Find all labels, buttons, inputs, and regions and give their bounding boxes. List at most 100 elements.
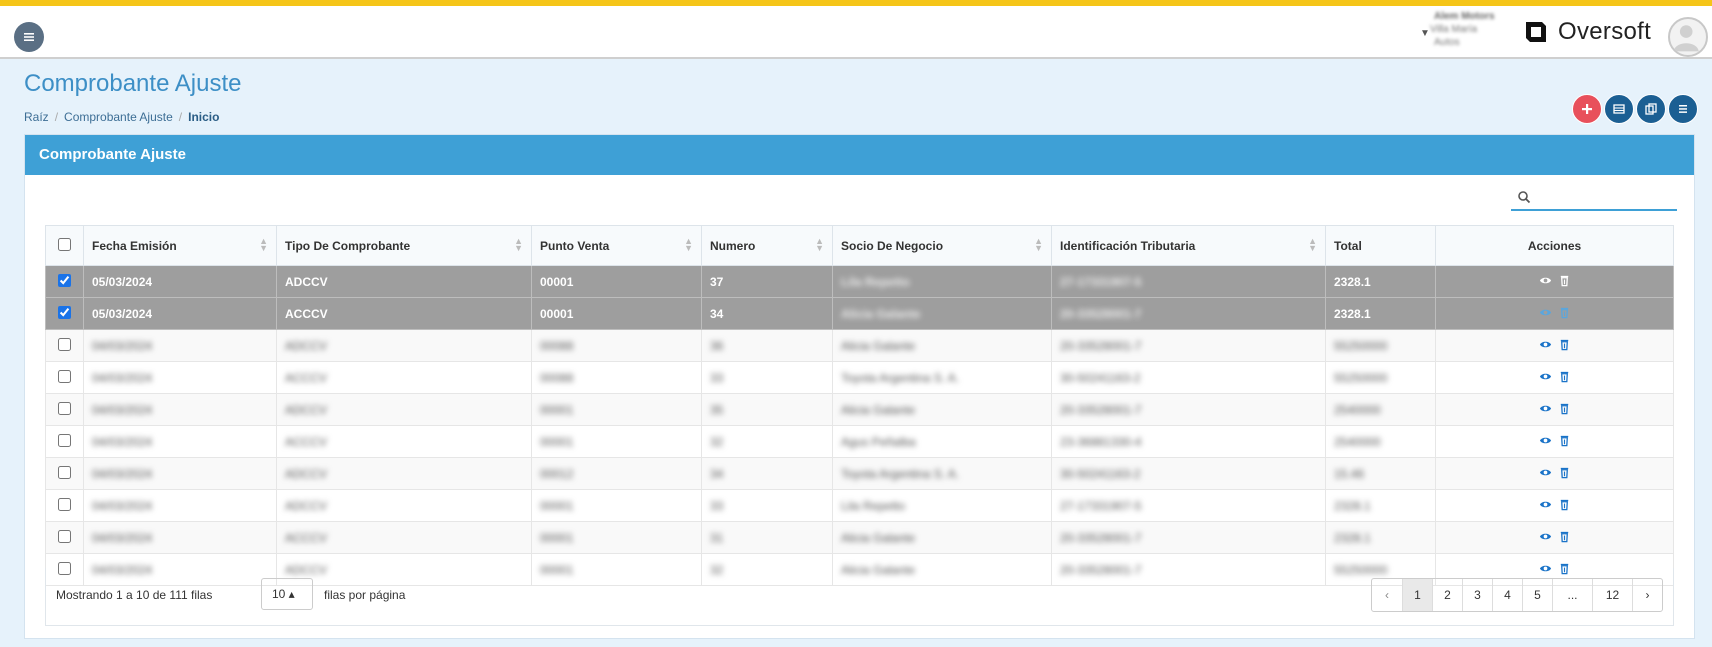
- punto-venta-value: 00088: [540, 370, 574, 385]
- eye-icon[interactable]: [1539, 402, 1552, 415]
- eye-icon[interactable]: [1539, 370, 1552, 383]
- trash-icon[interactable]: [1558, 498, 1571, 511]
- pagination: ‹ 1 2 3 4 5 ... 12 ›: [1371, 578, 1663, 612]
- table-row[interactable]: 04/03/2024 ADCCV 00001 35 Alicia Galante 20-3…: [45, 393, 1674, 426]
- eye-icon[interactable]: [1539, 466, 1552, 479]
- list-menu-button[interactable]: [1668, 94, 1698, 124]
- row-checkbox[interactable]: [58, 369, 71, 383]
- cell-tipo: ADCCV: [276, 329, 532, 362]
- cell-identificacion: 27-17331907-5: [1051, 265, 1326, 298]
- column-header-tipo[interactable]: Tipo De Comprobante ▲ ▼: [276, 225, 532, 266]
- page-prev[interactable]: ‹: [1372, 579, 1402, 611]
- trash-icon[interactable]: [1558, 274, 1571, 287]
- row-checkbox[interactable]: [58, 433, 71, 447]
- column-header-numero[interactable]: Numero ▲ ▼: [701, 225, 833, 266]
- fecha-value: 05/03/2024: [92, 274, 153, 289]
- row-select-cell: [45, 489, 84, 522]
- add-button[interactable]: [1572, 94, 1602, 124]
- identificacion-value: 20-33528001-7: [1060, 306, 1142, 321]
- row-checkbox[interactable]: [58, 465, 71, 479]
- row-checkbox[interactable]: [58, 401, 71, 415]
- column-label: Tipo De Comprobante: [285, 238, 411, 253]
- page-title: Comprobante Ajuste: [24, 70, 242, 97]
- cell-total: 2328.1: [1325, 521, 1436, 554]
- cell-socio: Alicia Galante: [832, 297, 1052, 330]
- punto-venta-value: 00001: [540, 274, 574, 289]
- company-selector[interactable]: Alem Motors ▼ Villa María Autos: [1420, 10, 1516, 49]
- page-12[interactable]: 12: [1592, 579, 1632, 611]
- page-5[interactable]: 5: [1522, 579, 1552, 611]
- trash-icon[interactable]: [1558, 370, 1571, 383]
- page-next[interactable]: ›: [1632, 579, 1662, 611]
- cell-acciones: [1435, 361, 1674, 394]
- cell-total: 2328.1: [1325, 265, 1436, 298]
- page-4[interactable]: 4: [1492, 579, 1522, 611]
- column-header-socio[interactable]: Socio De Negocio ▲ ▼: [832, 225, 1052, 266]
- trash-icon[interactable]: [1558, 530, 1571, 543]
- breadcrumb-comprobante[interactable]: Comprobante Ajuste: [64, 110, 173, 124]
- rows-per-page-select[interactable]: 10 ▴: [261, 578, 313, 610]
- trash-icon[interactable]: [1558, 466, 1571, 479]
- breadcrumb-separator: /: [178, 110, 183, 124]
- copy-icon: [1645, 103, 1657, 115]
- row-checkbox[interactable]: [58, 497, 71, 511]
- page-1[interactable]: 1: [1402, 579, 1432, 611]
- cell-identificacion: 20-33528001-7: [1051, 393, 1326, 426]
- trash-icon[interactable]: [1558, 306, 1571, 319]
- page-2[interactable]: 2: [1432, 579, 1462, 611]
- table-row[interactable]: 04/03/2024 ADCCV 00088 36 Alicia Galante 20-3…: [45, 329, 1674, 362]
- cell-numero: 37: [701, 265, 833, 298]
- row-select-cell: [45, 521, 84, 554]
- row-checkbox[interactable]: [58, 305, 71, 319]
- row-select-cell: [45, 393, 84, 426]
- column-header-identificacion[interactable]: Identificación Tributaria ▲ ▼: [1051, 225, 1326, 266]
- row-checkbox[interactable]: [58, 337, 71, 351]
- cell-numero: 33: [701, 489, 833, 522]
- cell-socio: Alicia Galante: [832, 329, 1052, 362]
- search-box: [1511, 185, 1677, 211]
- search-input[interactable]: [1537, 187, 1673, 207]
- page-actions: [1572, 94, 1698, 124]
- column-header-punto-venta[interactable]: Punto Venta ▲ ▼: [531, 225, 702, 266]
- eye-icon[interactable]: [1539, 434, 1552, 447]
- table-row[interactable]: 04/03/2024 ACCCV 00001 32 Agus Peñalba 23-368…: [45, 425, 1674, 458]
- trash-icon[interactable]: [1558, 402, 1571, 415]
- comprobantes-table: Fecha Emisión ▲ ▼ Tipo De Comprobante ▲ ▼ Pu…: [45, 225, 1674, 586]
- row-checkbox[interactable]: [58, 273, 71, 287]
- page-3[interactable]: 3: [1462, 579, 1492, 611]
- eye-icon[interactable]: [1539, 274, 1552, 287]
- trash-icon[interactable]: [1558, 338, 1571, 351]
- select-all-checkbox[interactable]: [58, 237, 71, 251]
- cell-total: 2540000: [1325, 425, 1436, 458]
- table-row[interactable]: 04/03/2024 ACCCV 00001 31 Alicia Galante 20-3…: [45, 521, 1674, 554]
- company-location: Villa María: [1430, 24, 1478, 35]
- main-card: Comprobante Ajuste Fecha Emisión ▲ ▼ Tipo …: [24, 134, 1695, 639]
- eye-icon[interactable]: [1539, 338, 1552, 351]
- numero-value: 34: [710, 466, 724, 481]
- cell-identificacion: 30-50241163-2: [1051, 361, 1326, 394]
- column-label: Total: [1334, 238, 1362, 253]
- table-row[interactable]: 04/03/2024 ADCCV 00001 33 Lila Repetto 27-173…: [45, 489, 1674, 522]
- table-row[interactable]: 04/03/2024 ACCCV 00088 33 Toyota Argentina S…: [45, 361, 1674, 394]
- eye-icon[interactable]: [1539, 530, 1552, 543]
- copy-button[interactable]: [1636, 94, 1666, 124]
- tipo-value: ADCCV: [285, 338, 328, 353]
- search-icon: [1518, 191, 1531, 204]
- cell-punto-venta: 00001: [531, 521, 702, 554]
- table-header-row: Fecha Emisión ▲ ▼ Tipo De Comprobante ▲ ▼ Pu…: [45, 225, 1674, 266]
- column-header-fecha[interactable]: Fecha Emisión ▲ ▼: [83, 225, 277, 266]
- sort-icon: ▲ ▼: [684, 236, 693, 253]
- breadcrumb-root[interactable]: Raíz: [24, 110, 49, 124]
- column-header-total[interactable]: Total: [1325, 225, 1436, 266]
- table-row[interactable]: 04/03/2024 ADCCV 00012 34 Toyota Argentina S…: [45, 457, 1674, 490]
- eye-icon[interactable]: [1539, 306, 1552, 319]
- table-view-button[interactable]: [1604, 94, 1634, 124]
- user-avatar[interactable]: [1668, 17, 1708, 57]
- table-row[interactable]: 05/03/2024 ACCCV 00001 34 Alicia Galante 20-3…: [45, 297, 1674, 330]
- trash-icon[interactable]: [1558, 434, 1571, 447]
- menu-button[interactable]: [14, 22, 44, 52]
- cell-total: 15.46: [1325, 457, 1436, 490]
- row-checkbox[interactable]: [58, 529, 71, 543]
- table-row[interactable]: 05/03/2024 ADCCV 00001 37 Lila Repetto 27-173…: [45, 265, 1674, 298]
- eye-icon[interactable]: [1539, 498, 1552, 511]
